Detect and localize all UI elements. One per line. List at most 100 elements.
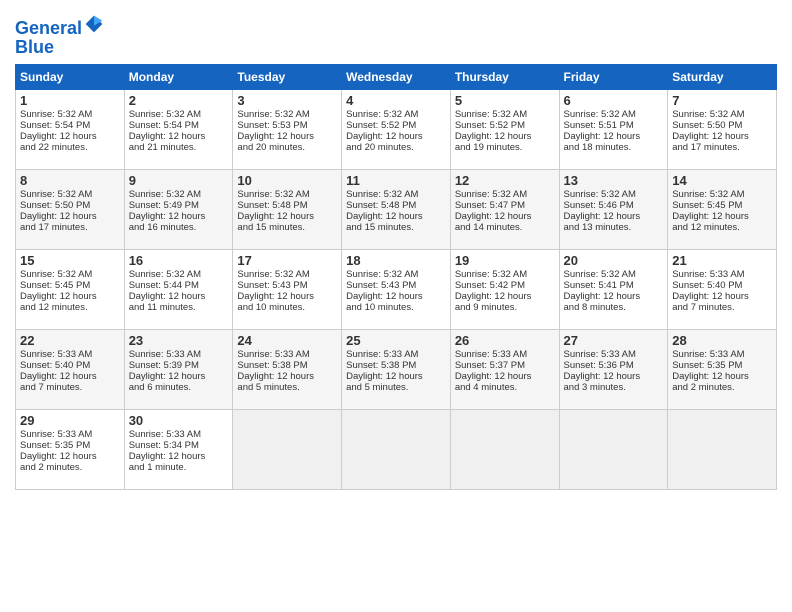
cell-info: Sunset: 5:35 PM — [20, 440, 120, 451]
cell-info: Sunset: 5:54 PM — [129, 120, 229, 131]
cell-info: Sunset: 5:40 PM — [20, 360, 120, 371]
calendar-cell: 29Sunrise: 5:33 AMSunset: 5:35 PMDayligh… — [16, 409, 125, 489]
cell-info: Daylight: 12 hours — [672, 131, 772, 142]
cell-info: Daylight: 12 hours — [346, 291, 446, 302]
calendar-cell: 1Sunrise: 5:32 AMSunset: 5:54 PMDaylight… — [16, 89, 125, 169]
cell-info: Sunset: 5:50 PM — [20, 200, 120, 211]
cell-info: Sunset: 5:46 PM — [564, 200, 664, 211]
calendar-cell: 14Sunrise: 5:32 AMSunset: 5:45 PMDayligh… — [668, 169, 777, 249]
day-number: 4 — [346, 93, 446, 108]
day-number: 3 — [237, 93, 337, 108]
day-number: 11 — [346, 173, 446, 188]
cell-info: and 2 minutes. — [20, 462, 120, 473]
calendar-cell: 6Sunrise: 5:32 AMSunset: 5:51 PMDaylight… — [559, 89, 668, 169]
calendar-cell: 26Sunrise: 5:33 AMSunset: 5:37 PMDayligh… — [450, 329, 559, 409]
cell-info: Daylight: 12 hours — [455, 131, 555, 142]
cell-info: and 9 minutes. — [455, 302, 555, 313]
day-number: 16 — [129, 253, 229, 268]
day-number: 29 — [20, 413, 120, 428]
cell-info: Sunrise: 5:33 AM — [455, 349, 555, 360]
day-number: 30 — [129, 413, 229, 428]
calendar-cell: 5Sunrise: 5:32 AMSunset: 5:52 PMDaylight… — [450, 89, 559, 169]
cell-info: Sunrise: 5:33 AM — [346, 349, 446, 360]
weekday-friday: Friday — [559, 64, 668, 89]
calendar-cell: 25Sunrise: 5:33 AMSunset: 5:38 PMDayligh… — [342, 329, 451, 409]
cell-info: Sunrise: 5:32 AM — [129, 189, 229, 200]
cell-info: Daylight: 12 hours — [672, 211, 772, 222]
cell-info: Sunset: 5:52 PM — [346, 120, 446, 131]
cell-info: Sunrise: 5:32 AM — [129, 269, 229, 280]
cell-info: and 1 minute. — [129, 462, 229, 473]
day-number: 7 — [672, 93, 772, 108]
cell-info: Daylight: 12 hours — [129, 451, 229, 462]
cell-info: and 7 minutes. — [672, 302, 772, 313]
cell-info: Sunset: 5:52 PM — [455, 120, 555, 131]
calendar-cell: 24Sunrise: 5:33 AMSunset: 5:38 PMDayligh… — [233, 329, 342, 409]
cell-info: Sunset: 5:38 PM — [346, 360, 446, 371]
day-number: 5 — [455, 93, 555, 108]
logo-blue: Blue — [15, 37, 104, 58]
cell-info: Daylight: 12 hours — [129, 371, 229, 382]
cell-info: Sunrise: 5:32 AM — [455, 269, 555, 280]
cell-info: Daylight: 12 hours — [20, 451, 120, 462]
cell-info: Daylight: 12 hours — [129, 211, 229, 222]
cell-info: Daylight: 12 hours — [455, 291, 555, 302]
weekday-saturday: Saturday — [668, 64, 777, 89]
cell-info: Daylight: 12 hours — [237, 291, 337, 302]
cell-info: and 15 minutes. — [346, 222, 446, 233]
logo: General Blue — [15, 14, 104, 58]
logo-text: General — [15, 14, 104, 39]
week-row-5: 29Sunrise: 5:33 AMSunset: 5:35 PMDayligh… — [16, 409, 777, 489]
cell-info: and 11 minutes. — [129, 302, 229, 313]
calendar-cell — [342, 409, 451, 489]
cell-info: and 22 minutes. — [20, 142, 120, 153]
day-number: 13 — [564, 173, 664, 188]
cell-info: Daylight: 12 hours — [346, 131, 446, 142]
weekday-tuesday: Tuesday — [233, 64, 342, 89]
day-number: 6 — [564, 93, 664, 108]
cell-info: Daylight: 12 hours — [237, 211, 337, 222]
day-number: 26 — [455, 333, 555, 348]
cell-info: Daylight: 12 hours — [20, 131, 120, 142]
cell-info: and 6 minutes. — [129, 382, 229, 393]
cell-info: Sunrise: 5:32 AM — [455, 189, 555, 200]
header: General Blue — [15, 10, 777, 58]
calendar-cell: 17Sunrise: 5:32 AMSunset: 5:43 PMDayligh… — [233, 249, 342, 329]
cell-info: Daylight: 12 hours — [564, 131, 664, 142]
cell-info: Sunrise: 5:32 AM — [20, 109, 120, 120]
cell-info: Sunset: 5:44 PM — [129, 280, 229, 291]
cell-info: and 18 minutes. — [564, 142, 664, 153]
cell-info: Daylight: 12 hours — [20, 211, 120, 222]
cell-info: and 5 minutes. — [346, 382, 446, 393]
calendar-cell: 23Sunrise: 5:33 AMSunset: 5:39 PMDayligh… — [124, 329, 233, 409]
cell-info: and 5 minutes. — [237, 382, 337, 393]
calendar-cell: 30Sunrise: 5:33 AMSunset: 5:34 PMDayligh… — [124, 409, 233, 489]
cell-info: Sunrise: 5:32 AM — [346, 109, 446, 120]
cell-info: and 10 minutes. — [346, 302, 446, 313]
calendar-cell: 15Sunrise: 5:32 AMSunset: 5:45 PMDayligh… — [16, 249, 125, 329]
cell-info: Sunrise: 5:33 AM — [129, 429, 229, 440]
calendar-cell: 13Sunrise: 5:32 AMSunset: 5:46 PMDayligh… — [559, 169, 668, 249]
cell-info: Daylight: 12 hours — [672, 371, 772, 382]
day-number: 20 — [564, 253, 664, 268]
weekday-thursday: Thursday — [450, 64, 559, 89]
cell-info: and 3 minutes. — [564, 382, 664, 393]
cell-info: Sunrise: 5:32 AM — [455, 109, 555, 120]
day-number: 14 — [672, 173, 772, 188]
weekday-monday: Monday — [124, 64, 233, 89]
cell-info: Sunset: 5:38 PM — [237, 360, 337, 371]
cell-info: Sunrise: 5:33 AM — [20, 429, 120, 440]
calendar-cell: 20Sunrise: 5:32 AMSunset: 5:41 PMDayligh… — [559, 249, 668, 329]
calendar-cell — [233, 409, 342, 489]
day-number: 18 — [346, 253, 446, 268]
day-number: 9 — [129, 173, 229, 188]
cell-info: Sunset: 5:41 PM — [564, 280, 664, 291]
day-number: 24 — [237, 333, 337, 348]
day-number: 23 — [129, 333, 229, 348]
cell-info: Daylight: 12 hours — [564, 371, 664, 382]
day-number: 27 — [564, 333, 664, 348]
cell-info: and 21 minutes. — [129, 142, 229, 153]
cell-info: Sunrise: 5:32 AM — [564, 189, 664, 200]
cell-info: Sunset: 5:48 PM — [237, 200, 337, 211]
cell-info: Sunrise: 5:32 AM — [346, 189, 446, 200]
